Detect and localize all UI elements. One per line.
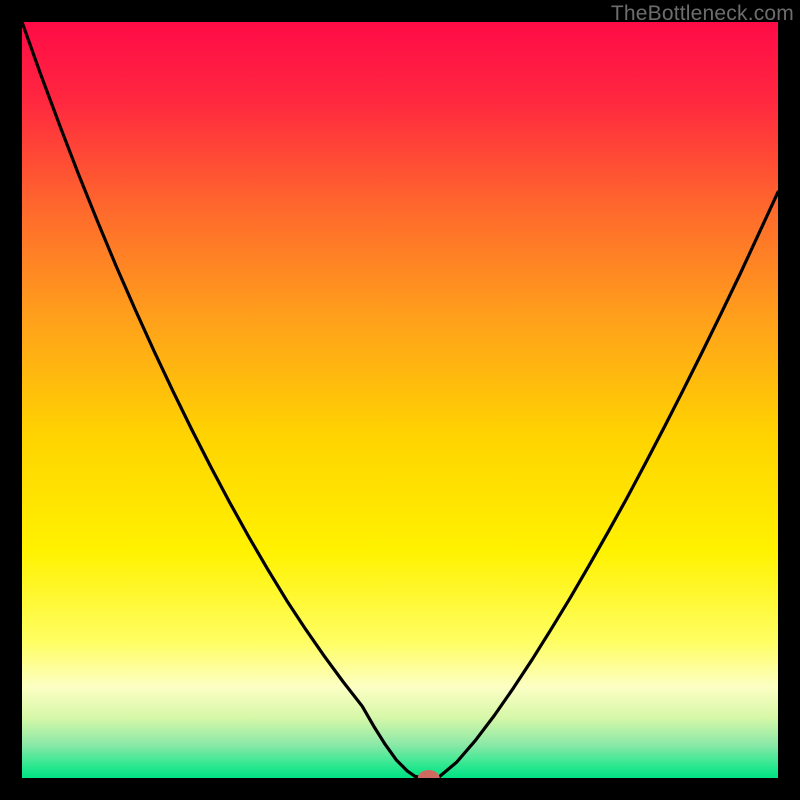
chart-svg [22,22,778,778]
gradient-background [22,22,778,778]
outer-black-frame: TheBottleneck.com [0,0,800,800]
watermark-text: TheBottleneck.com [611,2,794,26]
plot-area [22,22,778,778]
